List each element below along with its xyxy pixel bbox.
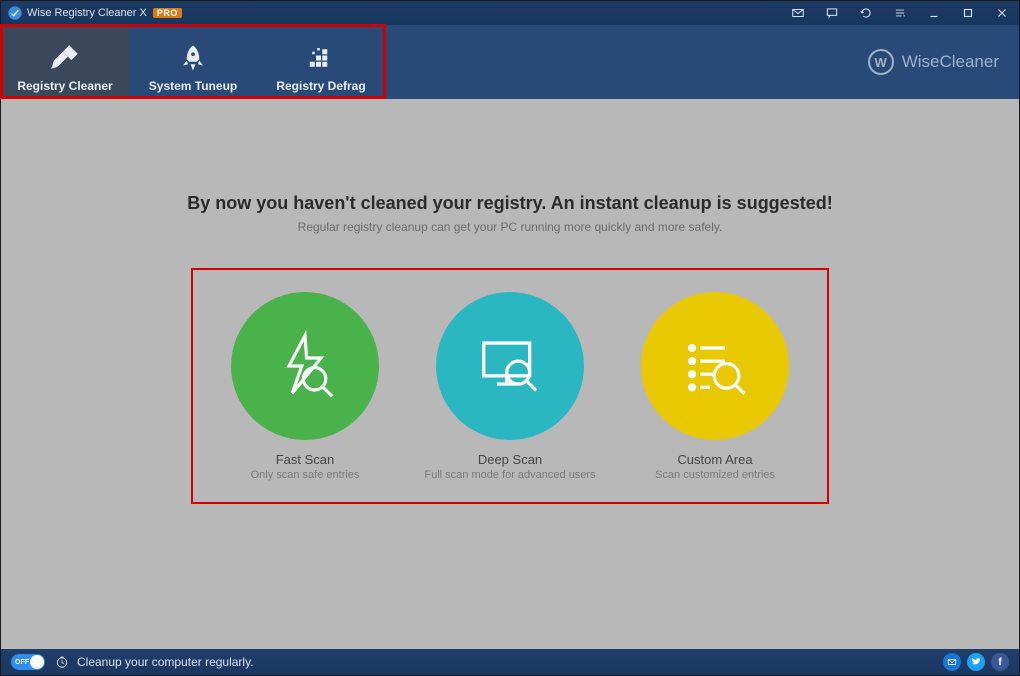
tab-registry-cleaner[interactable]: Registry Cleaner xyxy=(1,25,129,99)
app-icon xyxy=(7,5,23,21)
brand-logo[interactable]: W WiseCleaner xyxy=(868,25,1019,99)
custom-area-icon xyxy=(641,292,789,440)
status-message: Cleanup your computer regularly. xyxy=(77,655,254,669)
menu-icon[interactable] xyxy=(883,1,917,25)
rocket-icon xyxy=(178,40,208,76)
tab-registry-defrag[interactable]: Registry Defrag xyxy=(257,25,385,99)
scan-options: Fast Scan Only scan safe entries Deep Sc… xyxy=(191,268,829,504)
clock-icon xyxy=(55,655,69,669)
tab-label: System Tuneup xyxy=(149,79,237,93)
blocks-icon xyxy=(306,40,336,76)
share-twitter-icon[interactable] xyxy=(967,653,985,671)
tab-system-tuneup[interactable]: System Tuneup xyxy=(129,25,257,99)
option-title: Fast Scan xyxy=(276,452,335,467)
tab-label: Registry Defrag xyxy=(276,79,365,93)
share-mail-icon[interactable] xyxy=(943,653,961,671)
brush-icon xyxy=(48,40,82,76)
status-bar: OFF Cleanup your computer regularly. f xyxy=(1,649,1019,675)
feedback-icon[interactable] xyxy=(815,1,849,25)
toggle-knob xyxy=(30,655,44,669)
close-button[interactable] xyxy=(985,1,1019,25)
mail-icon[interactable] xyxy=(781,1,815,25)
toggle-label: OFF xyxy=(15,659,29,666)
option-desc: Full scan mode for advanced users xyxy=(424,468,595,482)
titlebar: Wise Registry Cleaner X PRO xyxy=(1,1,1019,25)
brand-mark-icon: W xyxy=(868,49,894,75)
refresh-icon[interactable] xyxy=(849,1,883,25)
nav-bar: Registry Cleaner System Tuneup Registry … xyxy=(1,25,1019,99)
deep-scan-icon xyxy=(436,292,584,440)
fast-scan-icon xyxy=(231,292,379,440)
share-facebook-icon[interactable]: f xyxy=(991,653,1009,671)
schedule-toggle[interactable]: OFF xyxy=(11,654,45,670)
option-title: Deep Scan xyxy=(478,452,542,467)
custom-area-option[interactable]: Custom Area Scan customized entries xyxy=(625,292,805,504)
headline: By now you haven't cleaned your registry… xyxy=(187,193,832,214)
brand-name: WiseCleaner xyxy=(902,52,999,72)
tab-label: Registry Cleaner xyxy=(17,79,112,93)
minimize-button[interactable] xyxy=(917,1,951,25)
option-desc: Scan customized entries xyxy=(655,468,775,482)
deep-scan-option[interactable]: Deep Scan Full scan mode for advanced us… xyxy=(420,292,600,504)
fast-scan-option[interactable]: Fast Scan Only scan safe entries xyxy=(215,292,395,504)
app-title: Wise Registry Cleaner X xyxy=(27,7,147,19)
pro-badge: PRO xyxy=(153,8,182,18)
maximize-button[interactable] xyxy=(951,1,985,25)
main-content: By now you haven't cleaned your registry… xyxy=(1,99,1019,649)
option-desc: Only scan safe entries xyxy=(251,468,360,482)
sub-headline: Regular registry cleanup can get your PC… xyxy=(298,220,723,234)
option-title: Custom Area xyxy=(677,452,752,467)
